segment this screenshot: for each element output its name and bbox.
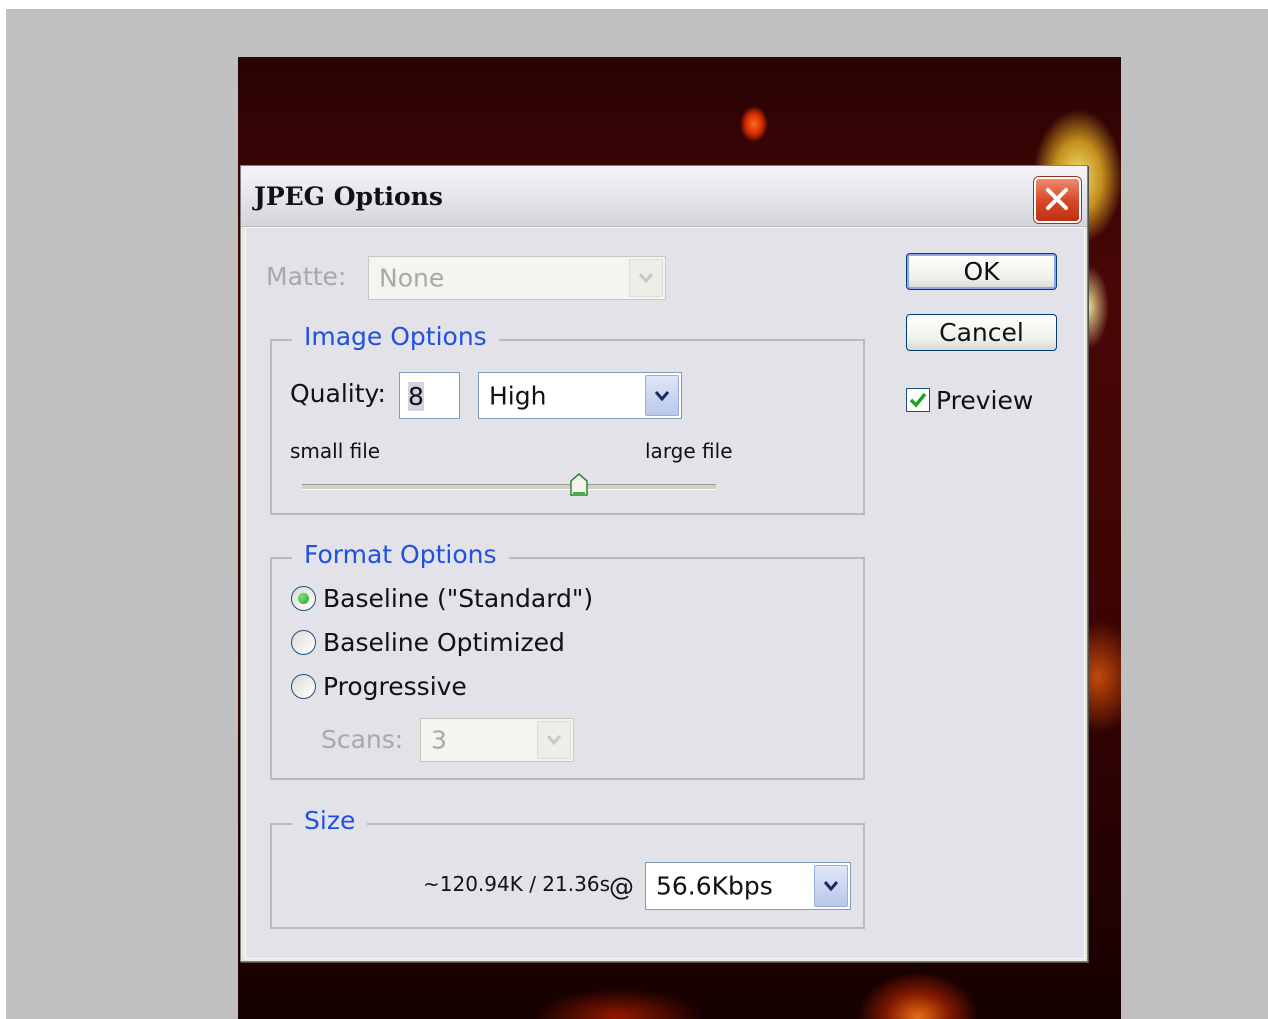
chevron-down-icon — [823, 881, 839, 892]
cancel-button[interactable]: Cancel — [906, 314, 1057, 351]
quality-preset-value: High — [489, 381, 547, 410]
download-speed-value: 56.6Kbps — [656, 871, 773, 901]
dialog-titlebar[interactable]: JPEG Options — [241, 166, 1087, 227]
size-title: Size — [292, 806, 368, 835]
matte-select: None — [368, 256, 666, 300]
image-options-group: Image Options Quality: 8 High small file… — [270, 322, 865, 515]
size-at-symbol: @ — [609, 872, 634, 901]
small-file-label: small file — [290, 439, 381, 463]
radio-selected-dot — [298, 593, 309, 604]
format-options-title: Format Options — [292, 540, 509, 569]
close-icon — [1046, 188, 1068, 210]
quality-preset-select[interactable]: High — [478, 372, 682, 419]
quality-slider-track[interactable] — [302, 484, 716, 490]
image-options-title: Image Options — [292, 322, 499, 351]
large-file-label: large file — [645, 439, 733, 463]
size-group: Size ~120.94K / 21.36s @ 56.6Kbps — [270, 806, 865, 929]
check-icon — [909, 392, 927, 408]
baseline-standard-radio[interactable] — [291, 586, 316, 611]
slider-thumb-icon — [570, 473, 589, 496]
scans-dropdown-arrow — [537, 721, 571, 759]
matte-value: None — [379, 263, 445, 293]
download-speed-select[interactable]: 56.6Kbps — [645, 862, 851, 910]
scans-label: Scans: — [321, 725, 404, 754]
baseline-optimized-label[interactable]: Baseline Optimized — [323, 628, 565, 657]
quality-preset-dropdown-arrow[interactable] — [645, 375, 679, 416]
baseline-optimized-radio[interactable] — [291, 630, 316, 655]
chevron-down-icon — [546, 735, 562, 746]
download-speed-dropdown-arrow[interactable] — [814, 865, 848, 907]
quality-value: 8 — [408, 382, 424, 411]
ok-button[interactable]: OK — [906, 253, 1057, 290]
quality-label: Quality: — [290, 379, 386, 408]
quality-input[interactable]: 8 — [399, 372, 460, 419]
progressive-radio[interactable] — [291, 674, 316, 699]
preview-checkbox[interactable] — [906, 388, 930, 412]
matte-dropdown-arrow — [629, 259, 663, 297]
matte-label: Matte: — [266, 262, 347, 291]
chevron-down-icon — [638, 273, 654, 284]
size-estimate: ~120.94K / 21.36s — [423, 872, 610, 896]
scans-value: 3 — [431, 725, 447, 755]
progressive-label[interactable]: Progressive — [323, 672, 467, 701]
preview-label[interactable]: Preview — [936, 386, 1033, 415]
chevron-down-icon — [654, 390, 670, 401]
dialog-title: JPEG Options — [254, 182, 443, 211]
format-options-group: Format Options Baseline ("Standard") Bas… — [270, 540, 865, 780]
close-button[interactable] — [1034, 177, 1081, 223]
baseline-standard-label[interactable]: Baseline ("Standard") — [323, 584, 593, 613]
dialog-content: Matte: None Image Options Quality: 8 Hig… — [245, 227, 1085, 959]
scans-select: 3 — [420, 718, 574, 762]
jpeg-options-dialog: JPEG Options Matte: None Image Options Q… — [240, 165, 1088, 962]
quality-slider-thumb[interactable] — [570, 473, 589, 497]
